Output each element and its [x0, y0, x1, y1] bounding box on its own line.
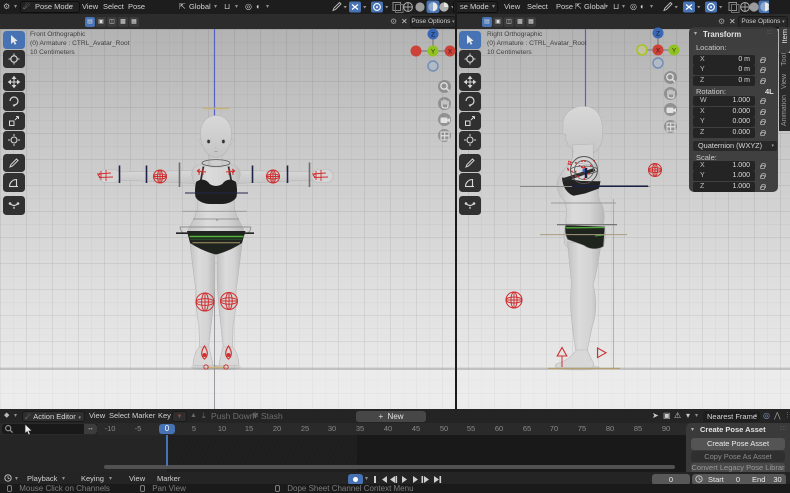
svg-text:Z: Z: [656, 31, 660, 38]
svg-text:Z: Z: [431, 32, 435, 39]
svg-text:Y: Y: [431, 49, 436, 56]
svg-text:X: X: [448, 49, 453, 56]
svg-text:X: X: [656, 48, 661, 55]
svg-text:Y: Y: [672, 48, 677, 55]
